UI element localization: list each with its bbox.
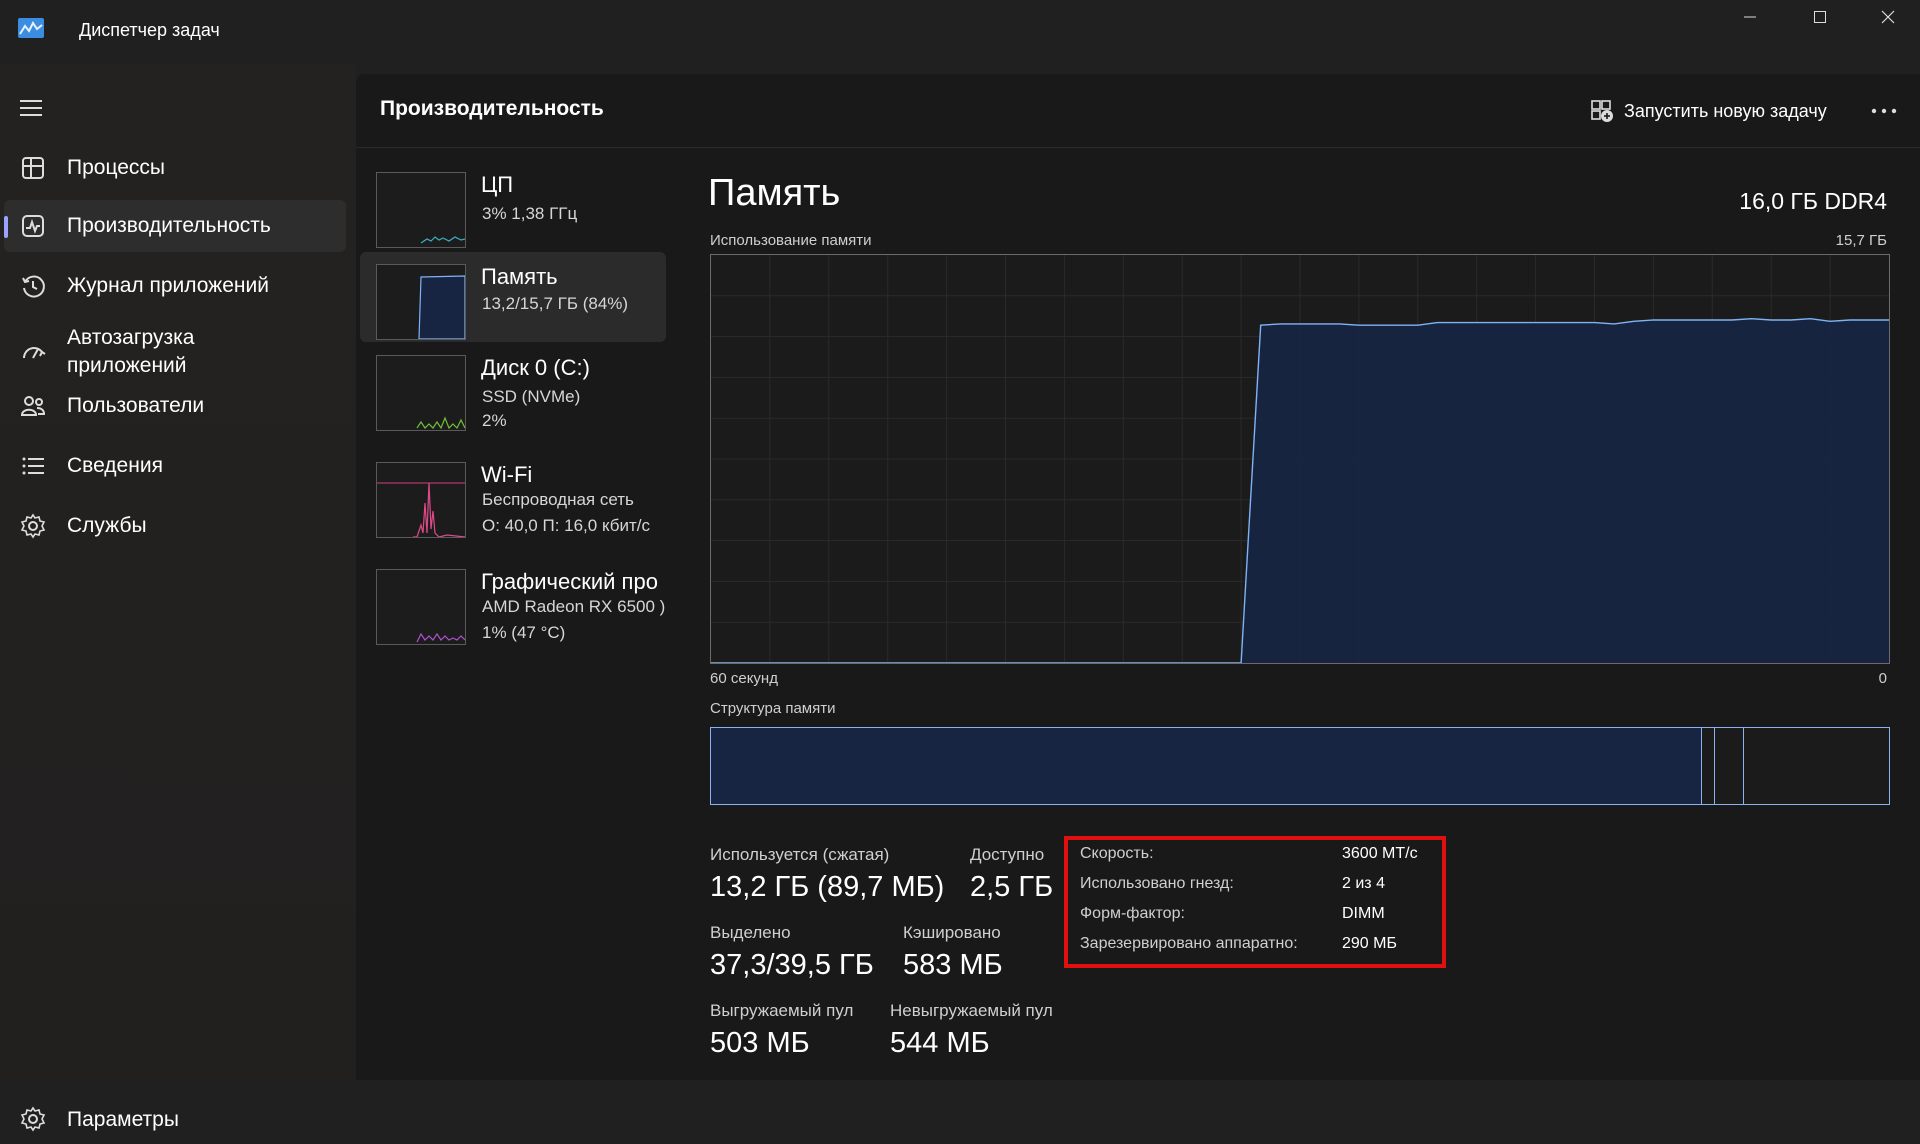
gpu-thumbnail: [376, 569, 466, 645]
title-bar: Диспетчер задач: [0, 0, 1920, 64]
memory-thumbnail: [376, 264, 466, 340]
reserved-label: Зарезервировано аппаратно:: [1080, 935, 1298, 952]
processes-icon: [22, 157, 44, 179]
available-value: 2,5 ГБ: [970, 871, 1054, 903]
sidebar-item-settings[interactable]: Параметры: [4, 1096, 346, 1144]
run-new-task-button[interactable]: Запустить новую задачу: [1590, 96, 1827, 126]
chart-time-left-label: 60 секунд: [710, 670, 778, 687]
usage-chart-label: Использование памяти: [710, 232, 872, 249]
settings-label: Параметры: [67, 1108, 179, 1131]
sidebar-item-app-history[interactable]: Журнал приложений: [4, 260, 346, 312]
perf-item-name: ЦП: [481, 172, 514, 197]
perf-item-detail: Беспроводная сеть: [482, 490, 634, 509]
minimize-icon: [1744, 16, 1756, 18]
composition-divider: [1714, 728, 1715, 804]
sidebar-item-users[interactable]: Пользователи: [4, 380, 346, 432]
sidebar-item-label: Автозагрузка приложений: [67, 326, 195, 377]
sidebar-item-details[interactable]: Сведения: [4, 440, 346, 492]
composition-label: Структура памяти: [710, 700, 836, 717]
sidebar-item-label: Службы: [67, 514, 147, 537]
paged-pool-value: 503 МБ: [710, 1027, 810, 1059]
paged-pool-label: Выгружаемый пул: [710, 1001, 854, 1020]
gear-icon: [20, 1106, 46, 1132]
more-options-icon: [1871, 108, 1897, 114]
in-use-label: Используется (сжатая): [710, 845, 890, 864]
header-divider: [356, 147, 1920, 148]
sidebar: Процессы Производительность Журнал прило…: [0, 64, 356, 1132]
speed-label: Скорость:: [1080, 845, 1154, 862]
new-task-icon: [1591, 100, 1613, 122]
sidebar-item-startup[interactable]: Автозагрузка приложений: [4, 316, 346, 388]
perf-item-disk[interactable]: Диск 0 (C:) SSD (NVMe) 2%: [360, 347, 666, 437]
in-use-value: 13,2 ГБ (89,7 МБ): [710, 871, 945, 903]
more-options-button[interactable]: [1868, 98, 1900, 124]
users-icon: [20, 396, 46, 416]
perf-item-gpu[interactable]: Графический про AMD Radeon RX 6500 ) 1% …: [360, 561, 666, 651]
sidebar-item-services[interactable]: Службы: [4, 500, 346, 552]
perf-item-detail-2: О: 40,0 П: 16,0 кбит/с: [482, 516, 651, 535]
startup-icon: [23, 347, 46, 359]
perf-item-name: Память: [481, 264, 558, 289]
cached-value: 583 МБ: [903, 949, 1003, 981]
sidebar-item-processes[interactable]: Процессы: [4, 142, 346, 194]
memory-title: Память: [708, 172, 841, 214]
performance-icon: [22, 215, 44, 237]
cpu-thumbnail: [376, 172, 466, 248]
disk-thumbnail: [376, 355, 466, 431]
history-icon: [22, 275, 45, 298]
close-button[interactable]: [1854, 0, 1920, 34]
memory-total: 16,0 ГБ DDR4: [1739, 188, 1887, 214]
wifi-thumbnail: [376, 462, 466, 538]
sidebar-item-label: Сведения: [67, 454, 163, 477]
composition-in-use: [711, 728, 1701, 804]
minimize-button[interactable]: [1716, 0, 1784, 34]
nonpaged-pool-label: Невыгружаемый пул: [890, 1001, 1053, 1020]
perf-item-name: Графический про: [481, 569, 658, 594]
perf-item-detail: SSD (NVMe): [482, 387, 581, 406]
task-manager-app-icon: [18, 18, 44, 38]
sidebar-item-label: Пользователи: [67, 394, 205, 417]
memory-usage-chart: [710, 254, 1890, 664]
perf-item-detail-2: 2%: [482, 411, 507, 430]
reserved-value: 290 МБ: [1342, 935, 1397, 952]
chart-time-right-label: 0: [1878, 670, 1887, 687]
available-label: Доступно: [970, 845, 1045, 864]
nonpaged-pool-value: 544 МБ: [890, 1027, 990, 1059]
slots-value: 2 из 4: [1342, 875, 1385, 892]
perf-item-detail: 3% 1,38 ГГц: [482, 204, 578, 223]
sidebar-item-label: Производительность: [67, 214, 271, 237]
cached-label: Кэшировано: [903, 923, 1001, 942]
sidebar-item-performance[interactable]: Производительность: [4, 200, 346, 252]
hamburger-menu-icon[interactable]: [18, 98, 44, 118]
page-title: Производительность: [380, 97, 604, 120]
composition-divider: [1701, 728, 1702, 804]
close-icon: [1881, 10, 1895, 24]
form-factor-value: DIMM: [1342, 905, 1385, 922]
maximize-button[interactable]: [1786, 0, 1854, 34]
services-icon: [20, 513, 46, 539]
perf-item-name: Диск 0 (C:): [481, 355, 590, 380]
sidebar-item-label: Процессы: [67, 156, 166, 179]
slots-label: Использовано гнезд:: [1080, 875, 1234, 892]
composition-divider: [1743, 728, 1744, 804]
perf-item-name: Wi-Fi: [481, 462, 533, 487]
committed-value: 37,3/39,5 ГБ: [710, 949, 874, 981]
perf-item-detail: 13,2/15,7 ГБ (84%): [482, 294, 629, 313]
form-factor-label: Форм-фактор:: [1080, 905, 1185, 922]
memory-usage-plot: [711, 255, 1889, 664]
perf-item-detail: AMD Radeon RX 6500 ): [482, 597, 666, 616]
maximize-icon: [1814, 11, 1826, 23]
perf-item-detail-2: 1% (47 °C): [482, 623, 566, 642]
usage-chart-max-label: 15,7 ГБ: [1835, 232, 1887, 249]
run-new-task-label: Запустить новую задачу: [1624, 100, 1827, 121]
speed-value: 3600 МТ/с: [1342, 845, 1418, 862]
details-icon: [22, 457, 44, 475]
sidebar-item-label: Журнал приложений: [67, 274, 269, 297]
committed-label: Выделено: [710, 923, 791, 942]
perf-item-cpu[interactable]: ЦП 3% 1,38 ГГц: [360, 164, 666, 254]
memory-composition-bar: [710, 727, 1890, 805]
app-title: Диспетчер задач: [79, 20, 220, 40]
perf-item-wifi[interactable]: Wi-Fi Беспроводная сеть О: 40,0 П: 16,0 …: [360, 454, 666, 544]
perf-item-memory[interactable]: Память 13,2/15,7 ГБ (84%): [360, 252, 666, 342]
